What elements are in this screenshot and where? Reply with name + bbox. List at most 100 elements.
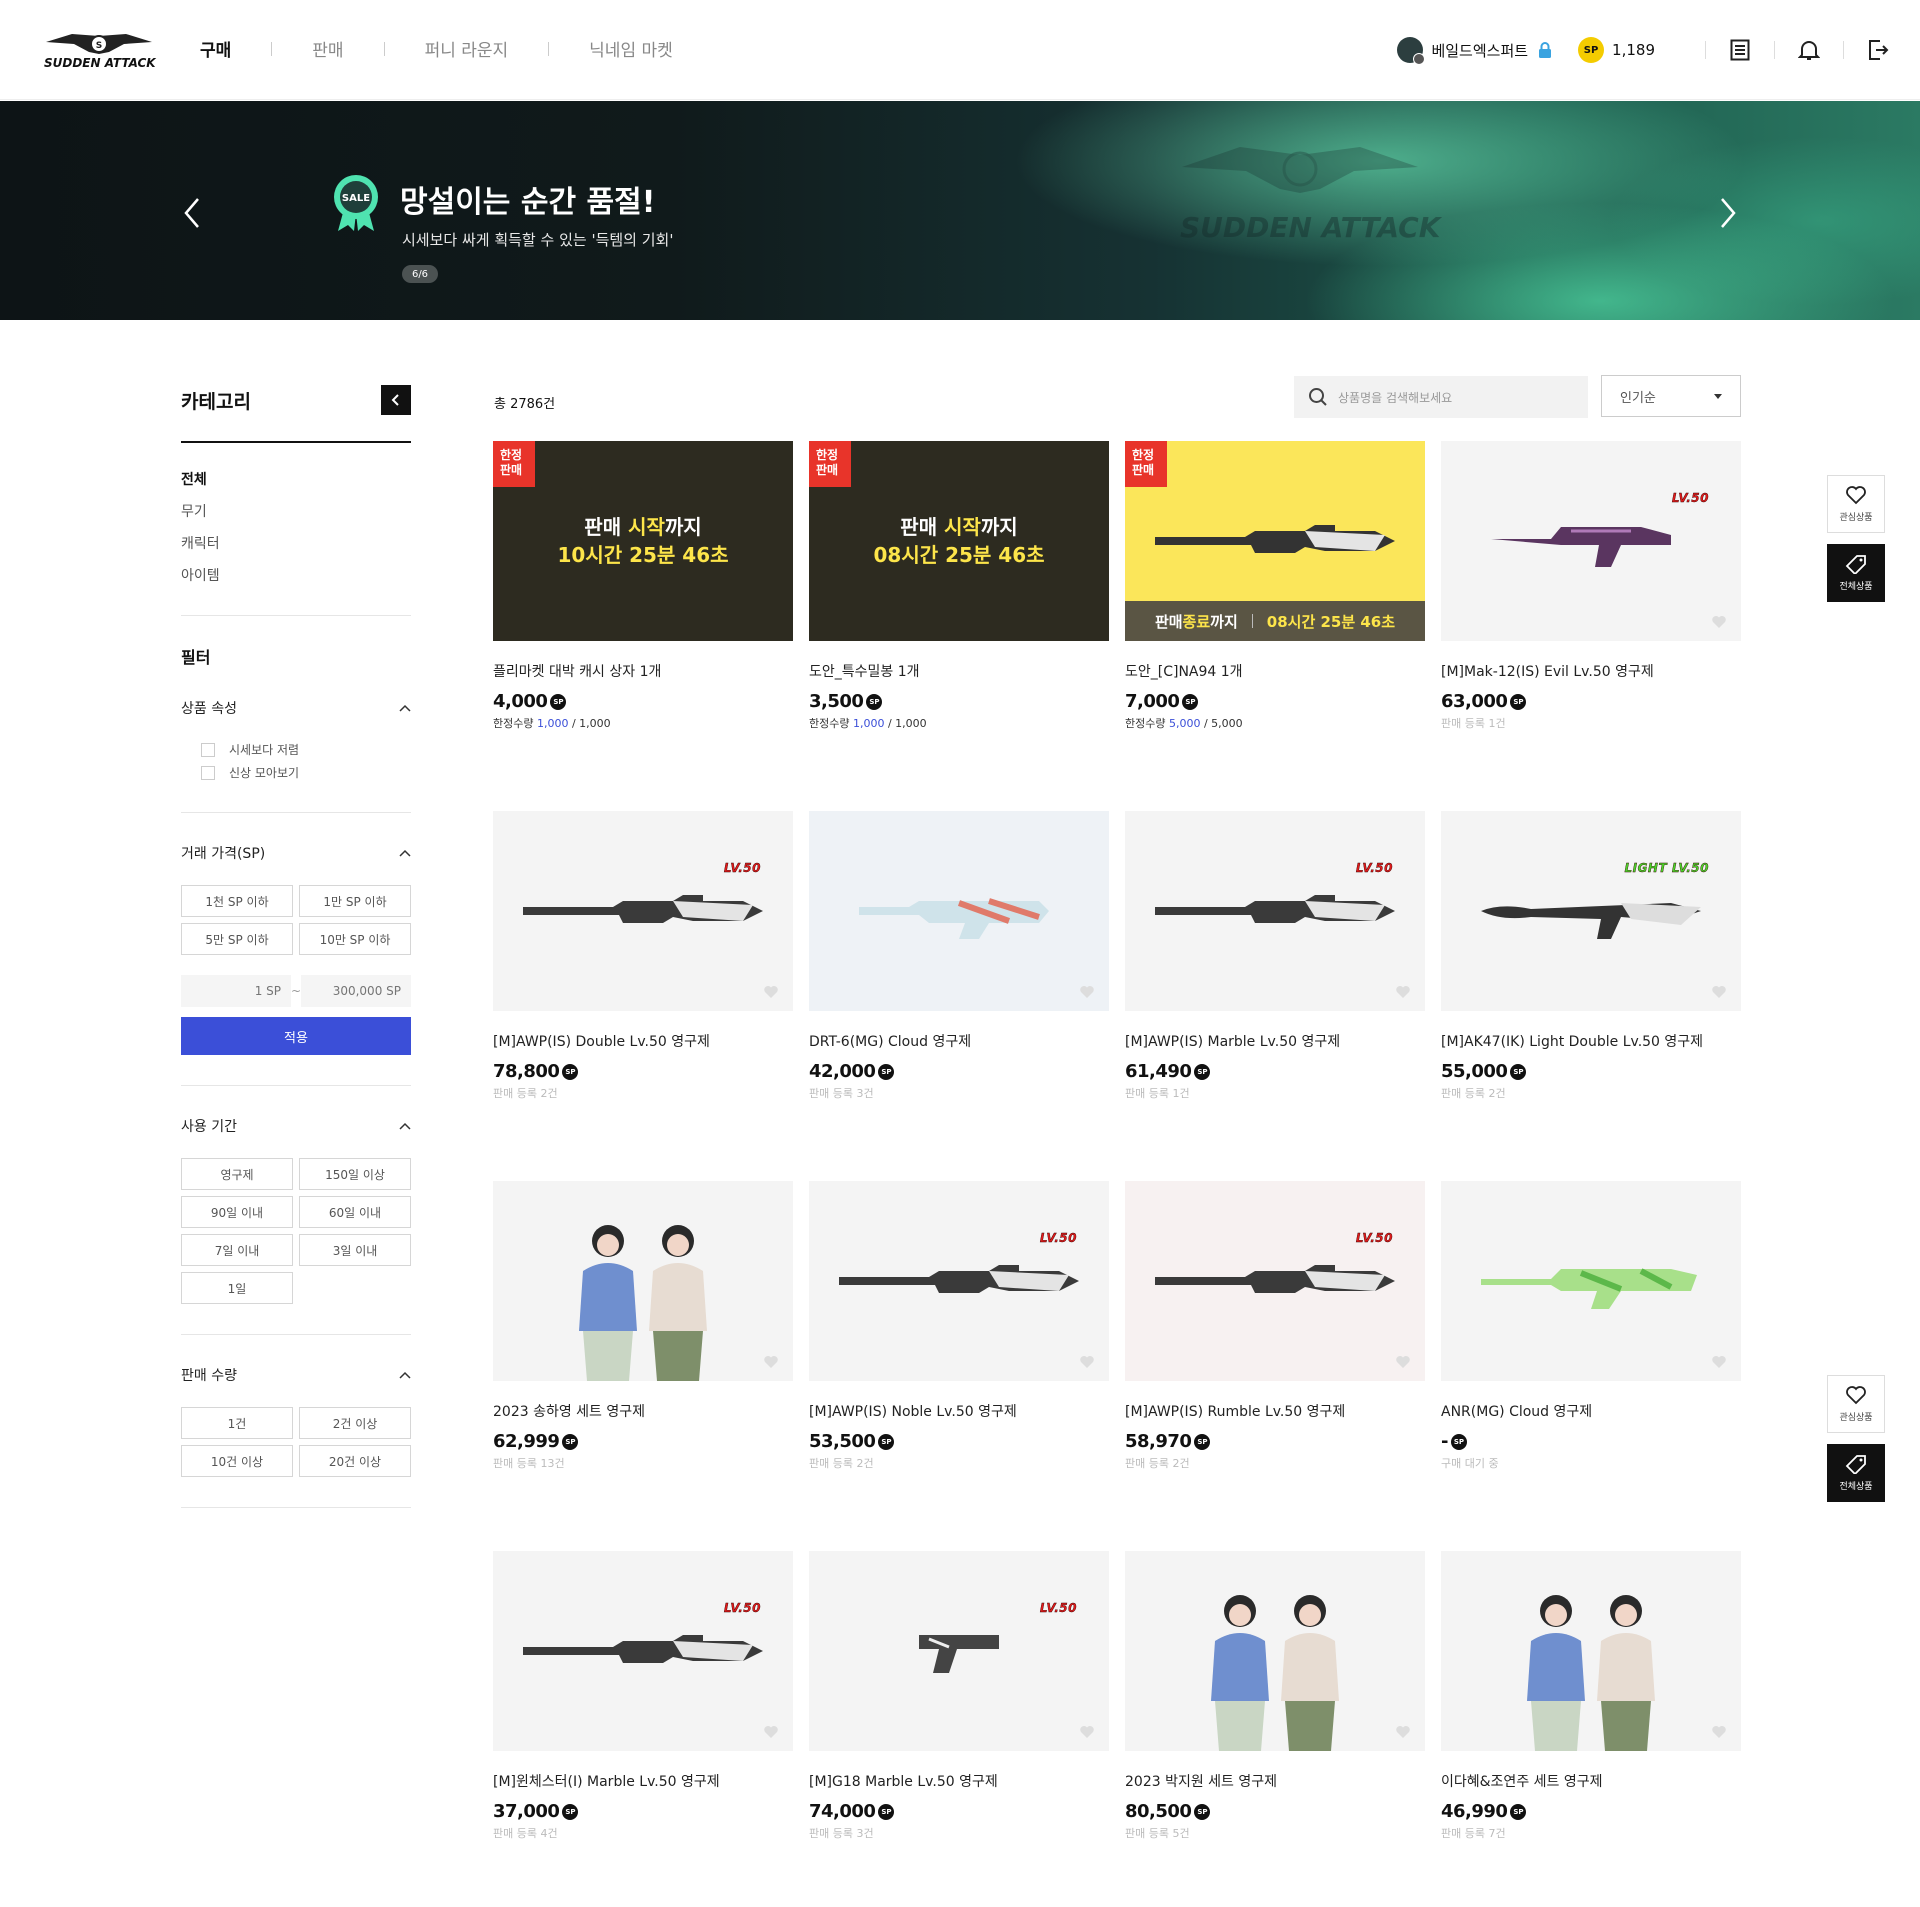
- product-name[interactable]: DRT-6(MG) Cloud 영구제: [809, 1031, 1109, 1051]
- heart-icon[interactable]: [1079, 985, 1095, 999]
- chevron-up-icon[interactable]: [399, 1371, 411, 1379]
- product-card[interactable]: LIGHT LV.50 [M]AK47(IK) Light Double Lv.5…: [1441, 811, 1741, 1101]
- qty-option[interactable]: 10건 이상: [181, 1445, 293, 1477]
- nav-buy[interactable]: 구매: [200, 36, 231, 61]
- product-name[interactable]: 도안_특수밀봉 1개: [809, 661, 1109, 681]
- heart-icon[interactable]: [763, 1355, 779, 1369]
- product-name[interactable]: [M]G18 Marble Lv.50 영구제: [809, 1771, 1109, 1791]
- bell-icon[interactable]: [1797, 38, 1821, 62]
- product-name[interactable]: 2023 송하영 세트 영구제: [493, 1401, 793, 1421]
- heart-icon[interactable]: [1395, 1355, 1411, 1369]
- price-option[interactable]: 5만 SP 이하: [181, 923, 293, 955]
- user-name[interactable]: 베일드엑스퍼트: [1431, 40, 1528, 61]
- product-thumbnail[interactable]: LIGHT LV.50: [1441, 811, 1741, 1011]
- price-option[interactable]: 1천 SP 이하: [181, 885, 293, 917]
- product-card[interactable]: 이다혜&조연주 세트 영구제 46,990 SP 판매 등록 7건: [1441, 1551, 1741, 1841]
- wishlist-float-button[interactable]: 관심상품: [1827, 1375, 1885, 1433]
- product-thumbnail[interactable]: [1125, 1551, 1425, 1751]
- product-card[interactable]: 한정 판매 판매 시작까지 10시간 25분 46초 플리마켓 대박 캐시 상자 1개 4…: [493, 441, 793, 731]
- attr-option-cheap[interactable]: 시세보다 저렴: [201, 738, 411, 761]
- logout-icon[interactable]: [1866, 38, 1890, 62]
- chevron-up-icon[interactable]: [399, 704, 411, 712]
- search-box[interactable]: 상품명을 검색해보세요: [1294, 376, 1588, 418]
- qty-group-header[interactable]: 판매 수량: [181, 1365, 411, 1385]
- product-thumbnail[interactable]: LV.50: [493, 811, 793, 1011]
- product-card[interactable]: LV.50 [M]윈체스터(I) Marble Lv.50 영구제 37,000 SP…: [493, 1551, 793, 1841]
- category-weapon[interactable]: 무기: [181, 501, 411, 533]
- heart-icon[interactable]: [1711, 985, 1727, 999]
- checkbox[interactable]: [201, 742, 215, 757]
- period-option[interactable]: 7일 이내: [181, 1234, 293, 1266]
- period-option[interactable]: 150일 이상: [299, 1158, 411, 1190]
- product-card[interactable]: DRT-6(MG) Cloud 영구제 42,000 SP 판매 등록 3건: [809, 811, 1109, 1101]
- promo-banner[interactable]: SALE 망설이는 순간 품절! 시세보다 싸게 획득할 수 있는 '득템의 기…: [0, 101, 1920, 320]
- product-thumbnail[interactable]: [809, 811, 1109, 1011]
- category-all[interactable]: 전체: [181, 469, 411, 501]
- product-thumbnail[interactable]: [1441, 1551, 1741, 1751]
- all-products-float-button[interactable]: 전체상품: [1827, 544, 1885, 602]
- product-thumbnail[interactable]: LV.50: [809, 1551, 1109, 1751]
- product-card[interactable]: 한정 판매 판매 시작까지 08시간 25분 46초 도안_특수밀봉 1개 3,500 SP…: [809, 441, 1109, 731]
- qty-option[interactable]: 1건: [181, 1407, 293, 1439]
- nav-sell[interactable]: 판매: [312, 36, 343, 61]
- product-card[interactable]: 한정 판매 판매 종료 까지 08시간 25분 46초 도안_[C]NA94 1개 7,00…: [1125, 441, 1425, 731]
- all-products-float-button[interactable]: 전체상품: [1827, 1444, 1885, 1502]
- product-thumbnail[interactable]: 한정 판매 판매 종료 까지 08시간 25분 46초: [1125, 441, 1425, 641]
- product-card[interactable]: 2023 송하영 세트 영구제 62,999 SP 판매 등록 13건: [493, 1181, 793, 1471]
- banner-prev-arrow-icon[interactable]: [178, 193, 208, 233]
- category-character[interactable]: 캐릭터: [181, 533, 411, 565]
- product-thumbnail[interactable]: LV.50: [1441, 441, 1741, 641]
- product-card[interactable]: LV.50 [M]Mak-12(IS) Evil Lv.50 영구제 63,000 S…: [1441, 441, 1741, 731]
- product-name[interactable]: [M]AK47(IK) Light Double Lv.50 영구제: [1441, 1031, 1741, 1051]
- search-input[interactable]: 상품명을 검색해보세요: [1338, 389, 1452, 406]
- product-thumbnail[interactable]: 한정 판매 판매 시작까지 10시간 25분 46초: [493, 441, 793, 641]
- period-option[interactable]: 90일 이내: [181, 1196, 293, 1228]
- product-name[interactable]: [M]윈체스터(I) Marble Lv.50 영구제: [493, 1771, 793, 1791]
- product-card[interactable]: LV.50 [M]AWP(IS) Double Lv.50 영구제 78,800 SP…: [493, 811, 793, 1101]
- heart-icon[interactable]: [763, 985, 779, 999]
- nav-nickname-market[interactable]: 닉네임 마켓: [589, 36, 673, 61]
- product-card[interactable]: LV.50 [M]AWP(IS) Rumble Lv.50 영구제 58,970 SP…: [1125, 1181, 1425, 1471]
- heart-icon[interactable]: [1711, 615, 1727, 629]
- product-thumbnail[interactable]: LV.50: [493, 1551, 793, 1751]
- product-name[interactable]: 이다혜&조연주 세트 영구제: [1441, 1771, 1741, 1791]
- product-card[interactable]: LV.50 [M]AWP(IS) Marble Lv.50 영구제 61,490 SP…: [1125, 811, 1425, 1101]
- attr-option-new[interactable]: 신상 모아보기: [201, 761, 411, 784]
- product-thumbnail[interactable]: LV.50: [1125, 1181, 1425, 1381]
- heart-icon[interactable]: [1395, 1725, 1411, 1739]
- product-name[interactable]: [M]AWP(IS) Rumble Lv.50 영구제: [1125, 1401, 1425, 1421]
- period-option[interactable]: 영구제: [181, 1158, 293, 1190]
- product-thumbnail[interactable]: [1441, 1181, 1741, 1381]
- product-name[interactable]: [M]AWP(IS) Double Lv.50 영구제: [493, 1031, 793, 1051]
- qty-option[interactable]: 20건 이상: [299, 1445, 411, 1477]
- product-thumbnail[interactable]: 한정 판매 판매 시작까지 08시간 25분 46초: [809, 441, 1109, 641]
- price-group-header[interactable]: 거래 가격(SP): [181, 843, 411, 863]
- checkbox[interactable]: [201, 765, 215, 780]
- sort-select[interactable]: 인기순: [1601, 375, 1741, 417]
- period-option[interactable]: 3일 이내: [299, 1234, 411, 1266]
- product-thumbnail[interactable]: [493, 1181, 793, 1381]
- avatar[interactable]: [1397, 37, 1426, 65]
- product-name[interactable]: [M]AWP(IS) Marble Lv.50 영구제: [1125, 1031, 1425, 1051]
- apply-button[interactable]: 적용: [181, 1017, 411, 1055]
- chevron-up-icon[interactable]: [399, 1122, 411, 1130]
- heart-icon[interactable]: [1711, 1725, 1727, 1739]
- product-thumbnail[interactable]: LV.50: [1125, 811, 1425, 1011]
- heart-icon[interactable]: [1395, 985, 1411, 999]
- product-name[interactable]: 플리마켓 대박 캐시 상자 1개: [493, 661, 793, 681]
- product-thumbnail[interactable]: LV.50: [809, 1181, 1109, 1381]
- product-name[interactable]: 2023 박지원 세트 영구제: [1125, 1771, 1425, 1791]
- chevron-up-icon[interactable]: [399, 849, 411, 857]
- period-option[interactable]: 1일: [181, 1272, 293, 1304]
- heart-icon[interactable]: [1079, 1725, 1095, 1739]
- qty-option[interactable]: 2건 이상: [299, 1407, 411, 1439]
- sudden-attack-logo[interactable]: S SUDDEN ATTACK: [44, 32, 156, 70]
- period-group-header[interactable]: 사용 기간: [181, 1116, 411, 1136]
- nav-funny-lounge[interactable]: 퍼니 라운지: [425, 36, 509, 61]
- product-card[interactable]: ANR(MG) Cloud 영구제 - SP 구매 대기 중: [1441, 1181, 1741, 1471]
- heart-icon[interactable]: [763, 1725, 779, 1739]
- category-item[interactable]: 아이템: [181, 565, 411, 597]
- wishlist-float-button[interactable]: 관심상품: [1827, 475, 1885, 533]
- product-card[interactable]: LV.50 [M]AWP(IS) Noble Lv.50 영구제 53,500 SP 판…: [809, 1181, 1109, 1471]
- price-option[interactable]: 10만 SP 이하: [299, 923, 411, 955]
